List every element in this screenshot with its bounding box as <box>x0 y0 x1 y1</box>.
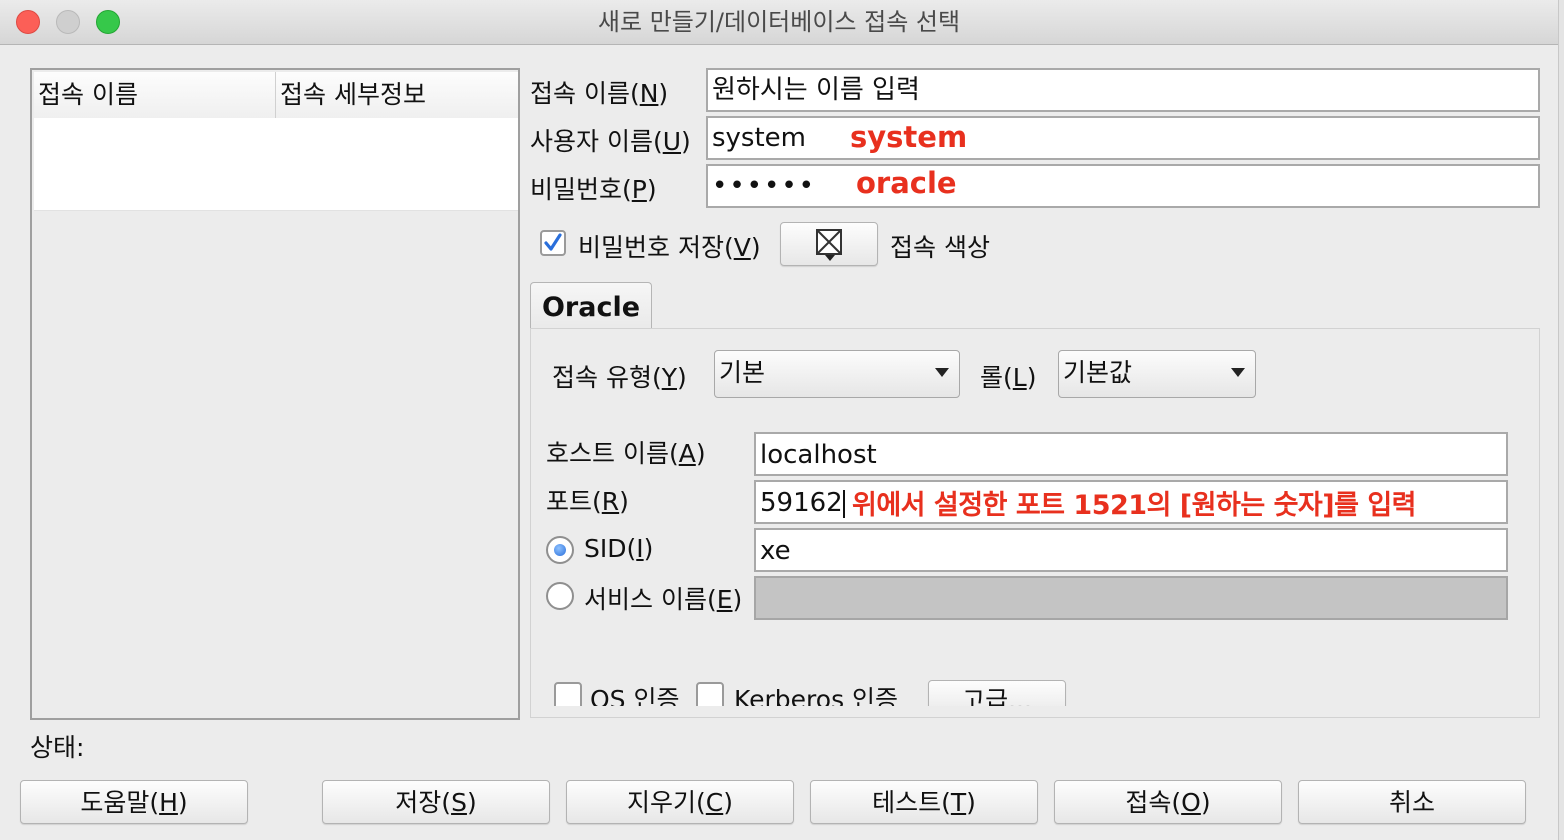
column-header-connection-details[interactable]: 접속 세부정보 <box>276 72 518 118</box>
text-cursor <box>842 489 845 518</box>
host-input[interactable]: localhost <box>754 432 1508 476</box>
password-annotation: oracle <box>856 166 957 200</box>
conn-name-label: 접속 이름(N) <box>530 79 669 108</box>
conn-name-input[interactable]: 원하시는 이름 입력 <box>706 68 1540 112</box>
cancel-button[interactable]: 취소 <box>1298 780 1526 824</box>
service-name-radio[interactable] <box>546 582 574 610</box>
connection-list[interactable]: 접속 이름 접속 세부정보 <box>30 68 520 720</box>
clear-button[interactable]: 지우기(C) <box>566 780 794 824</box>
status-label: 상태: <box>30 733 85 762</box>
save-password-checkbox[interactable] <box>540 230 566 256</box>
os-auth-checkbox[interactable] <box>554 682 582 706</box>
test-button[interactable]: 테스트(T) <box>810 780 1038 824</box>
password-label: 비밀번호(P) <box>530 175 657 204</box>
no-color-icon <box>816 229 842 261</box>
sid-label: SID(I) <box>584 534 654 563</box>
tab-oracle[interactable]: Oracle <box>530 282 652 330</box>
role-select[interactable]: 기본값 <box>1058 350 1256 398</box>
service-name-label: 서비스 이름(E) <box>584 585 743 614</box>
auth-options-row: OS 인증 Kerberos 인증 고급... <box>540 676 1530 706</box>
username-label: 사용자 이름(U) <box>530 127 691 156</box>
role-label: 롤(L) <box>980 363 1037 392</box>
chevron-down-icon <box>935 368 949 377</box>
connection-list-header: 접속 이름 접속 세부정보 <box>34 72 518 119</box>
connection-color-button[interactable] <box>780 222 878 266</box>
connection-color-label: 접속 색상 <box>890 233 990 262</box>
chevron-down-icon <box>1231 368 1245 377</box>
password-input[interactable]: •••••• <box>706 164 1540 208</box>
kerberos-auth-label: Kerberos 인증 <box>734 685 899 706</box>
service-name-input[interactable] <box>754 576 1508 620</box>
sid-radio[interactable] <box>546 536 574 564</box>
checkmark-icon <box>544 233 562 251</box>
column-header-connection-name[interactable]: 접속 이름 <box>34 72 276 118</box>
radio-selected-dot <box>554 544 566 556</box>
save-button[interactable]: 저장(S) <box>322 780 550 824</box>
conn-type-select[interactable]: 기본 <box>714 350 960 398</box>
advanced-button[interactable]: 고급... <box>928 680 1066 706</box>
username-input[interactable]: system <box>706 116 1540 160</box>
username-annotation: system <box>850 120 968 154</box>
port-label: 포트(R) <box>546 487 629 516</box>
host-label: 호스트 이름(A) <box>546 439 706 468</box>
save-password-label: 비밀번호 저장(V) <box>578 233 761 262</box>
window-title: 새로 만들기/데이터베이스 접속 선택 <box>597 8 961 36</box>
kerberos-auth-checkbox[interactable] <box>696 682 724 706</box>
os-auth-label: OS 인증 <box>590 685 680 706</box>
help-button[interactable]: 도움말(H) <box>20 780 248 824</box>
background-window-edge <box>1558 0 1564 840</box>
port-annotation: 위에서 설정한 포트 1521의 [원하는 숫자]를 입력 <box>852 490 1417 521</box>
conn-type-label: 접속 유형(Y) <box>552 363 687 392</box>
connection-list-rows[interactable] <box>34 118 518 211</box>
connect-button[interactable]: 접속(O) <box>1054 780 1282 824</box>
sid-input[interactable]: xe <box>754 528 1508 572</box>
